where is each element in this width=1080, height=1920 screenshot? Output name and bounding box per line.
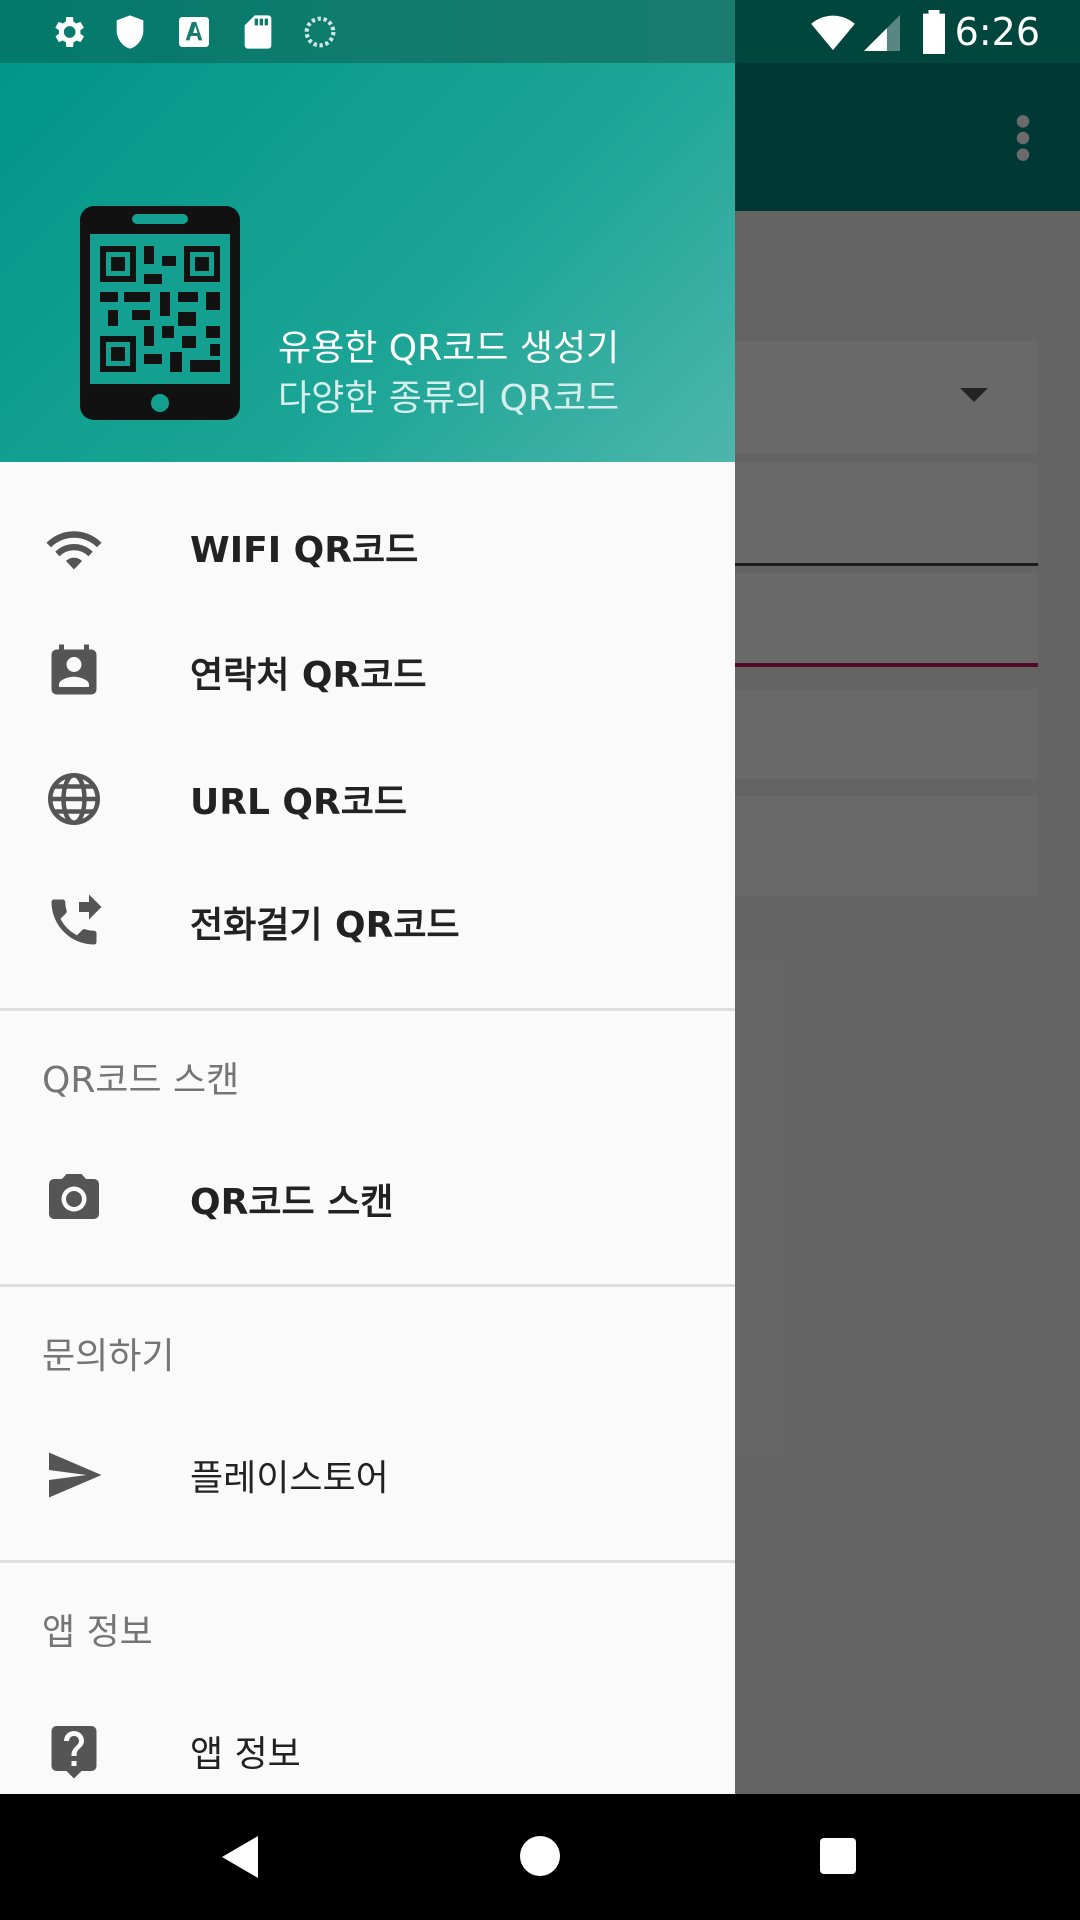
status-bar-left xyxy=(0,0,735,63)
menu-item-label: URL QR코드 xyxy=(190,782,407,823)
menu-item-contact-qr[interactable]: 연락처 QR코드 xyxy=(0,610,735,730)
globe-icon xyxy=(48,773,100,825)
section-title-app-info: 앱 정보 xyxy=(42,1612,153,1653)
menu-item-play-store[interactable]: 플레이스토어 xyxy=(0,1413,735,1533)
home-icon[interactable] xyxy=(520,1836,560,1876)
wifi-icon xyxy=(46,531,102,570)
menu-item-label: WIFI QR코드 xyxy=(190,530,419,571)
phone-forward-icon xyxy=(51,894,102,945)
recents-icon[interactable] xyxy=(820,1838,856,1874)
navigation-drawer: 유용한 QR코드 생성기 다양한 종류의 QR코드 WIFI QR코드 연락처 … xyxy=(0,63,735,1794)
back-icon[interactable] xyxy=(222,1836,258,1878)
divider xyxy=(0,1560,735,1563)
menu-item-label: QR코드 스캔 xyxy=(190,1182,394,1223)
section-title-scan: QR코드 스캔 xyxy=(42,1060,240,1101)
section-title-contact: 문의하기 xyxy=(42,1336,175,1377)
signal-icon xyxy=(864,15,900,51)
help-icon xyxy=(51,1726,97,1779)
divider xyxy=(0,1008,735,1011)
menu-item-label: 연락처 QR코드 xyxy=(190,655,427,696)
battery-icon xyxy=(923,10,945,54)
menu-item-app-info[interactable]: 앱 정보 xyxy=(0,1689,735,1794)
qr-phone-logo xyxy=(80,206,240,420)
contact-card-icon xyxy=(51,644,97,695)
sd-card-icon xyxy=(244,15,272,49)
menu-item-wifi-qr[interactable]: WIFI QR코드 xyxy=(0,485,735,605)
menu-item-qr-scan[interactable]: QR코드 스캔 xyxy=(0,1137,735,1257)
menu-item-phone-qr[interactable]: 전화걸기 QR코드 xyxy=(0,860,735,980)
menu-item-label: 전화걸기 QR코드 xyxy=(190,905,460,946)
menu-item-url-qr[interactable]: URL QR코드 xyxy=(0,737,735,857)
drawer-header-subtitle: 다양한 종류의 QR코드 xyxy=(278,378,620,419)
text-a-icon xyxy=(179,17,209,47)
shield-icon xyxy=(116,15,144,49)
navigation-bar xyxy=(0,1794,1080,1920)
drawer-header-title: 유용한 QR코드 생성기 xyxy=(278,328,620,369)
wifi-icon xyxy=(811,15,855,51)
divider xyxy=(0,1284,735,1287)
sync-icon xyxy=(304,16,336,48)
drawer-header: 유용한 QR코드 생성기 다양한 종류의 QR코드 xyxy=(0,63,735,462)
status-time: 6:26 xyxy=(954,10,1040,54)
menu-item-label: 플레이스토어 xyxy=(190,1458,389,1499)
menu-item-label: 앱 정보 xyxy=(190,1734,301,1775)
send-icon xyxy=(49,1452,102,1498)
gear-icon xyxy=(55,17,84,47)
camera-icon xyxy=(49,1174,99,1219)
